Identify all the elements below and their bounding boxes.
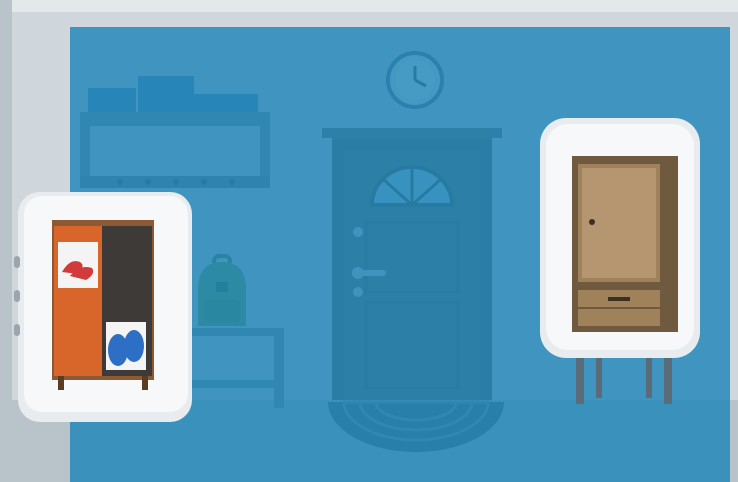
game-scene xyxy=(0,0,738,482)
cabinet-with-shoes-icon xyxy=(52,220,154,390)
shoe-cabinet-card[interactable] xyxy=(14,192,192,422)
